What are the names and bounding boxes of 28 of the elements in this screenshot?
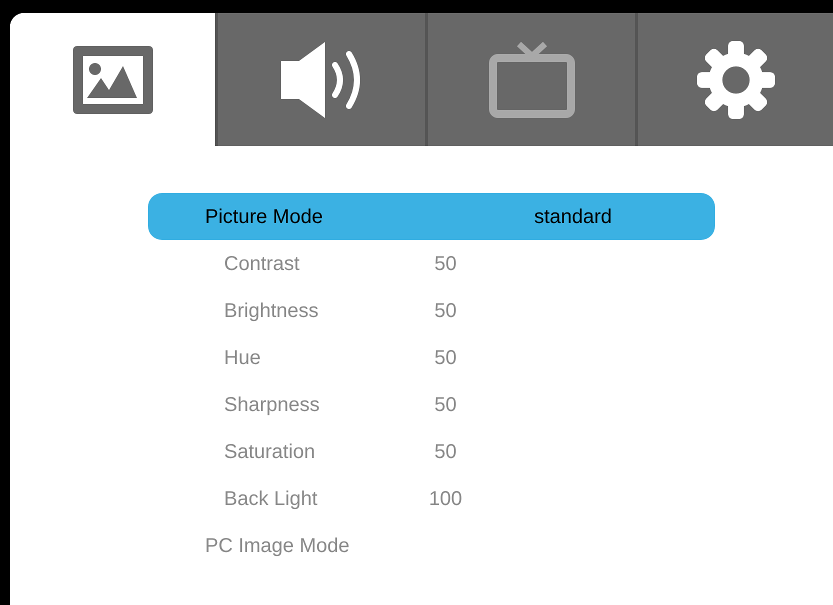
menu-tab[interactable] xyxy=(635,13,833,146)
item-value: 50 xyxy=(433,252,458,276)
item-value: 50 xyxy=(433,440,458,464)
item-label: Picture Mode xyxy=(204,204,324,230)
menu-item[interactable]: Back Light 100 xyxy=(148,475,715,522)
item-label: PC Image Mode xyxy=(204,534,351,558)
menu-item[interactable]: Contrast 50 xyxy=(148,240,715,287)
menu-item[interactable]: Picture Mode standard xyxy=(148,193,715,240)
picture-icon xyxy=(70,44,154,116)
tv-icon xyxy=(488,42,574,118)
item-value: 100 xyxy=(428,486,464,512)
item-label: Contrast xyxy=(223,252,301,276)
item-value: 50 xyxy=(433,346,458,370)
item-value: 50 xyxy=(433,298,458,324)
item-label: Sharpness xyxy=(223,392,321,418)
menu-item[interactable]: Sharpness 50 xyxy=(148,381,715,428)
item-label: Saturation xyxy=(223,440,316,464)
gear-icon xyxy=(696,40,774,118)
item-label: Brightness xyxy=(223,298,320,324)
item-value: standard xyxy=(533,204,613,230)
menu-tab[interactable] xyxy=(215,13,425,146)
menu-item[interactable]: Hue 50 xyxy=(148,334,715,381)
item-label: Back Light xyxy=(223,486,318,512)
menu-item[interactable]: PC Image Mode xyxy=(148,522,715,569)
item-label: Hue xyxy=(223,346,262,370)
menu-item[interactable]: Brightness 50 xyxy=(148,287,715,334)
item-value: 50 xyxy=(433,392,458,418)
menu-item[interactable]: Saturation 50 xyxy=(148,428,715,475)
